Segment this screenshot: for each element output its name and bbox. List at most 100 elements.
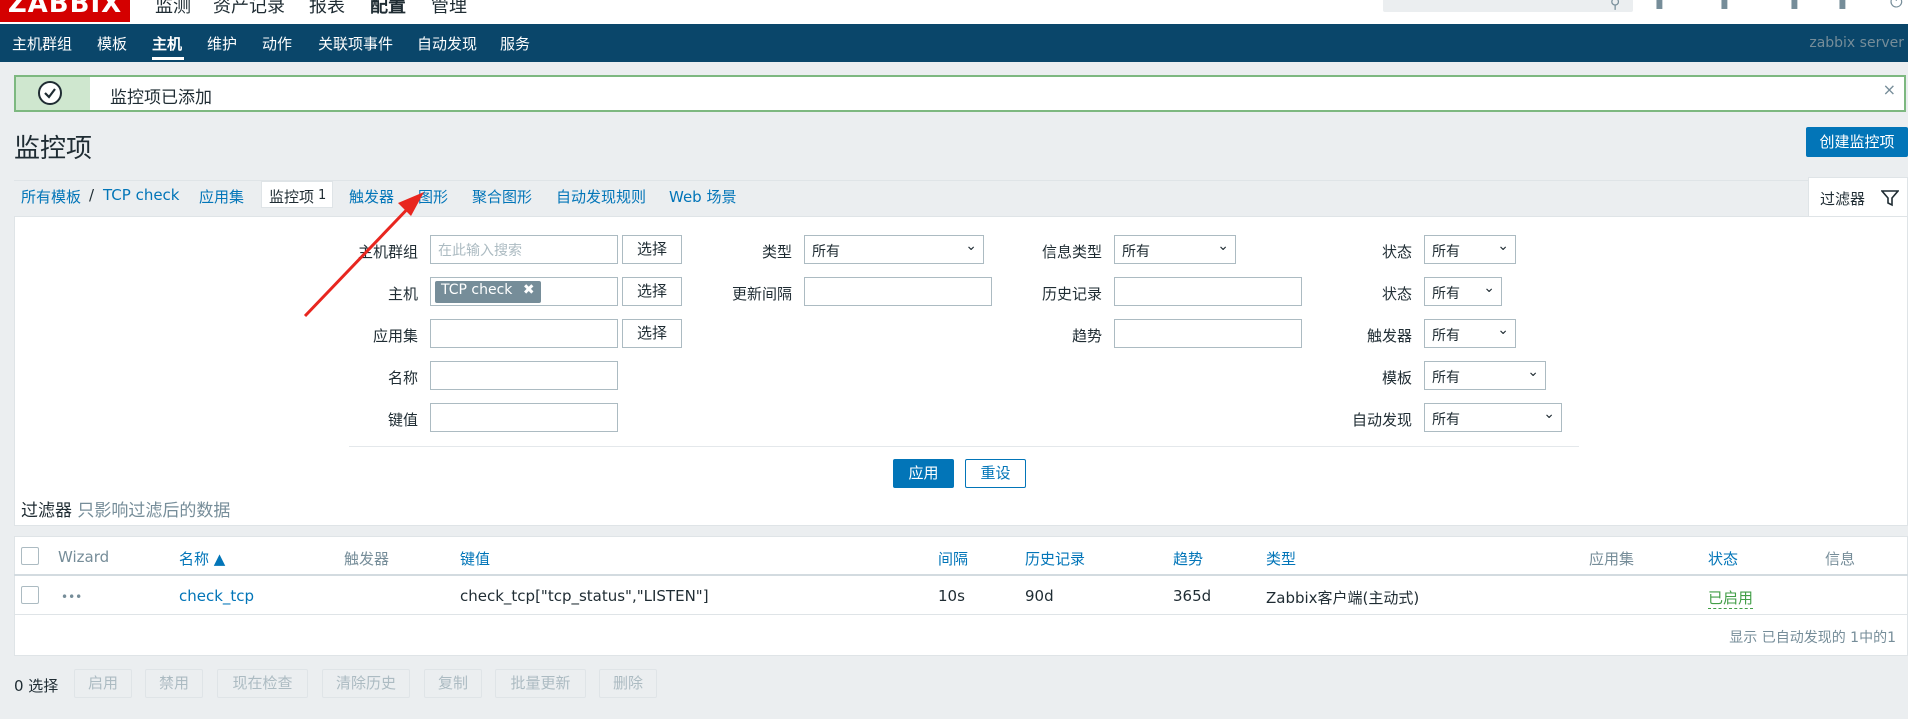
search-icon[interactable]: ⚲ <box>1610 0 1620 12</box>
header-type[interactable]: 类型 <box>1266 548 1296 569</box>
label-type: 类型 <box>761 243 792 261</box>
mass-update-button[interactable]: 批量更新 <box>495 669 586 698</box>
host-group-select-button[interactable]: 选择 <box>622 235 682 264</box>
tab-applications[interactable]: 应用集 <box>199 186 244 207</box>
success-message: 监控项已添加 × <box>14 75 1906 112</box>
header-history[interactable]: 历史记录 <box>1025 548 1085 569</box>
subnav-templates[interactable]: 模板 <box>97 33 127 54</box>
host-select-button[interactable]: 选择 <box>622 277 682 306</box>
check-circle-icon <box>38 81 62 105</box>
tab-discovery-rules[interactable]: 自动发现规则 <box>556 186 646 207</box>
breadcrumb-template[interactable]: TCP check <box>103 186 180 204</box>
subnav-host-groups[interactable]: 主机群组 <box>12 33 72 54</box>
subnav-hosts[interactable]: 主机 <box>152 33 182 54</box>
trends-input[interactable] <box>1114 319 1302 348</box>
label-name: 名称 <box>387 369 418 387</box>
close-icon[interactable]: × <box>1883 80 1896 99</box>
copy-button[interactable]: 复制 <box>424 669 482 698</box>
row-name[interactable]: check_tcp <box>179 587 254 605</box>
tab-items-count: 1 <box>318 188 327 203</box>
application-input[interactable] <box>430 319 618 348</box>
subnav-services[interactable]: 服务 <box>500 33 530 54</box>
label-template: 模板 <box>1381 369 1412 387</box>
chevron-down-icon: ⌄ <box>1217 238 1229 254</box>
subnav-event-correlation[interactable]: 关联项事件 <box>318 33 393 54</box>
clear-history-button[interactable]: 清除历史 <box>322 669 410 698</box>
success-icon-box <box>16 77 90 110</box>
filter-tab[interactable]: 过滤器 <box>1808 177 1908 217</box>
header-name[interactable]: 名称 ▲ <box>179 548 225 569</box>
triggers-select[interactable]: 所有 ⌄ <box>1424 319 1516 348</box>
chevron-down-icon: ⌄ <box>1527 364 1539 380</box>
row-type: Zabbix客户端(主动式) <box>1266 589 1420 607</box>
chevron-down-icon: ⌄ <box>1483 280 1495 296</box>
logout-icon[interactable]: ⏻ <box>1890 0 1903 12</box>
label-trends: 趋势 <box>1071 327 1102 345</box>
row-history: 90d <box>1025 587 1054 605</box>
state-select[interactable]: 所有 ⌄ <box>1424 235 1516 264</box>
header-key[interactable]: 键值 <box>460 548 490 569</box>
chevron-down-icon: ⌄ <box>1543 406 1555 422</box>
zabbix-logo[interactable]: ZABBIX <box>0 0 130 22</box>
history-input[interactable] <box>1114 277 1302 306</box>
header-interval[interactable]: 间隔 <box>938 548 968 569</box>
status-select[interactable]: 所有 ⌄ <box>1424 277 1502 306</box>
row-interval: 10s <box>938 587 965 605</box>
share-icon[interactable]: ▮ <box>1720 0 1729 11</box>
row-checkbox[interactable] <box>21 586 39 604</box>
header-status[interactable]: 状态 <box>1708 548 1738 569</box>
check-now-button[interactable]: 现在检查 <box>217 669 308 698</box>
menu-monitoring[interactable]: 监测 <box>155 0 191 18</box>
menu-administration[interactable]: 管理 <box>431 0 467 18</box>
subnav-actions[interactable]: 动作 <box>262 33 292 54</box>
subnav-discovery[interactable]: 自动发现 <box>417 33 477 54</box>
tab-web-scenarios[interactable]: Web 场景 <box>669 186 736 207</box>
template-select[interactable]: 所有 ⌄ <box>1424 361 1546 390</box>
type-select[interactable]: 所有 ⌄ <box>804 235 984 264</box>
header-triggers: 触发器 <box>344 550 390 568</box>
label-host: 主机 <box>387 285 418 303</box>
info-type-select-value: 所有 <box>1122 244 1150 260</box>
reset-button[interactable]: 重设 <box>965 459 1026 488</box>
tab-graphs[interactable]: 图形 <box>418 186 448 207</box>
chevron-down-icon: ⌄ <box>965 238 977 254</box>
row-wizard-icon[interactable]: ••• <box>61 590 82 604</box>
application-select-button[interactable]: 选择 <box>622 319 682 348</box>
info-type-select[interactable]: 所有 ⌄ <box>1114 235 1236 264</box>
update-interval-input[interactable] <box>804 277 992 306</box>
name-input[interactable] <box>430 361 618 390</box>
user-icon[interactable]: ▮ <box>1838 0 1847 11</box>
enable-button[interactable]: 启用 <box>74 669 132 698</box>
tab-triggers[interactable]: 触发器 <box>349 186 394 207</box>
host-group-input[interactable]: 在此输入搜索 <box>430 235 618 264</box>
tab-items[interactable]: 监控项 <box>269 186 314 207</box>
discovery-select-value: 所有 <box>1432 412 1460 428</box>
support-icon[interactable]: ▮ <box>1655 0 1664 11</box>
label-history: 历史记录 <box>1041 285 1102 303</box>
chevron-down-icon: ⌄ <box>1497 322 1509 338</box>
delete-button[interactable]: 删除 <box>599 669 657 698</box>
menu-configuration[interactable]: 配置 <box>370 0 406 18</box>
header-trends[interactable]: 趋势 <box>1173 548 1203 569</box>
header-divider <box>14 574 1908 576</box>
status-select-value: 所有 <box>1432 286 1460 302</box>
create-item-button[interactable]: 创建监控项 <box>1806 127 1908 157</box>
select-all-checkbox[interactable] <box>21 547 39 565</box>
discovery-select[interactable]: 所有 ⌄ <box>1424 403 1562 432</box>
disable-button[interactable]: 禁用 <box>145 669 203 698</box>
help-icon[interactable]: ▮ <box>1790 0 1799 11</box>
key-input[interactable] <box>430 403 618 432</box>
global-search-input[interactable] <box>1383 0 1633 12</box>
tab-screens[interactable]: 聚合图形 <box>472 186 532 207</box>
label-state: 状态 <box>1381 243 1412 261</box>
label-key: 键值 <box>387 411 418 429</box>
apply-button[interactable]: 应用 <box>893 459 954 488</box>
menu-reports[interactable]: 报表 <box>309 0 345 18</box>
menu-inventory[interactable]: 资产记录 <box>213 0 285 18</box>
row-status-badge[interactable]: 已启用 <box>1708 587 1754 609</box>
subnav-maintenance[interactable]: 维护 <box>207 33 237 54</box>
breadcrumb-all-templates[interactable]: 所有模板 <box>21 186 81 207</box>
success-message-text: 监控项已添加 <box>110 88 212 108</box>
state-select-value: 所有 <box>1432 244 1460 260</box>
remove-tag-icon[interactable]: ✖ <box>523 282 535 298</box>
